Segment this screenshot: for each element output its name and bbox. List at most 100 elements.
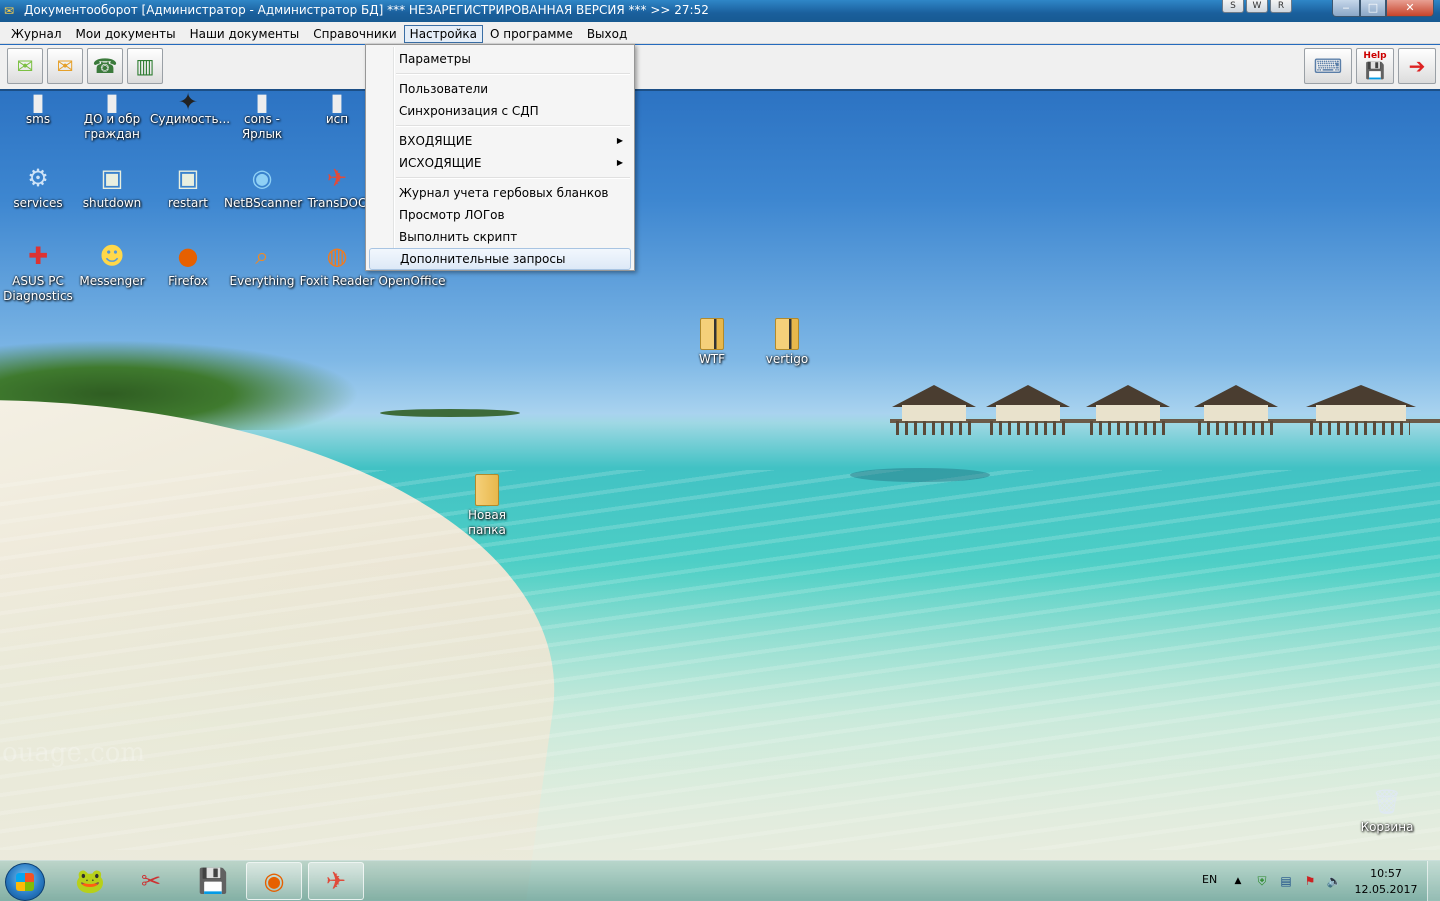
incoming-button[interactable]: ✉ bbox=[7, 48, 43, 84]
chart-icon: ▥ bbox=[135, 54, 155, 78]
taskbar-app-frog[interactable]: 🐸 bbox=[62, 862, 118, 900]
reports-button[interactable]: ▥ bbox=[127, 48, 163, 84]
shutdown-icon: ▣ bbox=[100, 164, 124, 192]
clock-date: 12.05.2017 bbox=[1354, 883, 1418, 896]
desktop-background: ouage.com bbox=[0, 0, 1440, 900]
gear-icon: ⚙ bbox=[27, 164, 49, 192]
shield-icon[interactable]: ⛨ bbox=[1254, 873, 1270, 889]
menu-item-incoming[interactable]: ВХОДЯЩИЕ ▶ bbox=[369, 130, 631, 152]
desktop-icon-label: Messenger bbox=[79, 274, 145, 288]
network-icon: ⌨ bbox=[1313, 54, 1343, 78]
desktop-icon-label: TransDOC bbox=[307, 196, 367, 210]
desktop-icon-sudimost[interactable]: ✦ Судимость... bbox=[150, 90, 230, 127]
language-indicator[interactable]: EN bbox=[1202, 873, 1217, 886]
menu-about[interactable]: О программе bbox=[483, 25, 580, 43]
scanner-icon: ◉ bbox=[251, 164, 273, 192]
flag-icon[interactable]: ⚑ bbox=[1302, 873, 1318, 889]
desktop-icon-label: services bbox=[13, 196, 63, 210]
desktop-icon-do[interactable]: ▮ ДО и обр граждан bbox=[74, 90, 150, 142]
menu-item-outgoing[interactable]: ИСХОДЯЩИЕ ▶ bbox=[369, 152, 631, 174]
menu-item-label: Просмотр ЛОГов bbox=[399, 208, 505, 222]
shortcut-icon: ▮ bbox=[255, 88, 269, 116]
desktop-folder-new[interactable]: Новая папка bbox=[449, 474, 525, 538]
desktop-icon-foxit[interactable]: ◍ Foxit Reader bbox=[299, 240, 375, 289]
reef-shadow bbox=[850, 468, 990, 482]
desktop-icon-isp[interactable]: ▮ исп bbox=[299, 90, 375, 127]
firefox-icon: ● bbox=[177, 242, 199, 270]
desktop-icon-transdoc[interactable]: ✈ TransDOC bbox=[299, 162, 375, 211]
desktop-icon-sms[interactable]: ▮ sms bbox=[0, 90, 76, 127]
taskbar-app-firefox[interactable]: ◉ bbox=[246, 862, 302, 900]
scissors-app-icon: ✂ bbox=[140, 867, 162, 895]
menu-settings[interactable]: Настройка bbox=[403, 25, 483, 43]
desktop-folder-vertigo[interactable]: vertigo bbox=[749, 318, 825, 367]
menu-item-parameters[interactable]: Параметры bbox=[369, 48, 631, 70]
menu-item-label: Пользователи bbox=[399, 82, 489, 96]
desktop-icon-cons[interactable]: ▮ cons - Ярлык bbox=[224, 88, 300, 142]
desktop-icon-label: Корзина bbox=[1360, 820, 1414, 834]
desktop-icon-asus[interactable]: ✚ ASUS PC Diagnostics bbox=[0, 240, 76, 304]
menu-journal[interactable]: Журнал bbox=[4, 25, 69, 43]
title-bar[interactable]: ✉ Документооборот [Администратор - Админ… bbox=[0, 0, 1440, 22]
desktop-icon-restart[interactable]: ▣ restart bbox=[150, 162, 226, 211]
menu-item-run-script[interactable]: Выполнить скрипт bbox=[369, 226, 631, 248]
desktop-icon-label: sms bbox=[25, 112, 51, 126]
desktop-icon-label: vertigo bbox=[765, 352, 809, 366]
water-villa bbox=[1194, 385, 1278, 435]
menu-item-users[interactable]: Пользователи bbox=[369, 78, 631, 100]
messenger-icon: ☻ bbox=[99, 242, 125, 270]
menu-my-documents[interactable]: Мои документы bbox=[69, 25, 183, 43]
floppy-app-icon: 💾 bbox=[198, 867, 228, 895]
desktop-icon-everything[interactable]: ⌕ Everything bbox=[224, 240, 300, 289]
menu-item-label: Синхронизация с СДП bbox=[399, 104, 539, 118]
desktop-folder-wtf[interactable]: WTF bbox=[674, 318, 750, 367]
system-clock[interactable]: 10:57 12.05.2017 bbox=[1352, 866, 1420, 898]
menu-our-documents[interactable]: Наши документы bbox=[183, 25, 307, 43]
extra-window-buttons: S W R bbox=[1222, 0, 1294, 13]
phone-doc-button[interactable]: ☎ bbox=[87, 48, 123, 84]
exit-button[interactable]: ➔ bbox=[1398, 48, 1436, 84]
windows-logo-icon bbox=[16, 873, 34, 891]
up-arrow-icon[interactable]: ▲ bbox=[1230, 873, 1246, 889]
network-button[interactable]: ⌨ bbox=[1304, 48, 1352, 84]
folder-icon bbox=[700, 318, 724, 350]
window-controls: ‒ □ ✕ bbox=[1332, 0, 1434, 17]
taskbar-app-transdoc[interactable]: ✈ bbox=[308, 862, 364, 900]
r-button[interactable]: R bbox=[1270, 0, 1292, 13]
menu-item-label: Журнал учета гербовых бланков bbox=[399, 186, 609, 200]
close-button[interactable]: ✕ bbox=[1386, 0, 1434, 17]
desktop-icon-services[interactable]: ⚙ services bbox=[0, 162, 76, 211]
taskbar-app-floppy[interactable]: 💾 bbox=[185, 862, 241, 900]
minimize-button[interactable]: ‒ bbox=[1332, 0, 1360, 17]
outgoing-button[interactable]: ✉ bbox=[47, 48, 83, 84]
menu-item-label: Параметры bbox=[399, 52, 471, 66]
volume-icon[interactable]: 🔈 bbox=[1326, 873, 1342, 889]
w-button[interactable]: W bbox=[1246, 0, 1268, 13]
menu-item-view-logs[interactable]: Просмотр ЛОГов bbox=[369, 204, 631, 226]
desktop-icon-firefox[interactable]: ● Firefox bbox=[150, 240, 226, 289]
help-button[interactable]: Help 💾 bbox=[1356, 48, 1394, 84]
menu-references[interactable]: Справочники bbox=[306, 25, 403, 43]
desktop-icon-recycle-bin[interactable]: 🗑 Корзина bbox=[1349, 786, 1425, 835]
maximize-button[interactable]: □ bbox=[1360, 0, 1386, 17]
desktop-icon-shutdown[interactable]: ▣ shutdown bbox=[74, 162, 150, 211]
app-logo-icon: ✉ bbox=[4, 4, 15, 18]
start-button[interactable] bbox=[5, 863, 45, 901]
water-villa bbox=[892, 385, 976, 435]
desktop-icon-label: ASUS PC Diagnostics bbox=[3, 274, 73, 303]
desktop-icon-messenger[interactable]: ☻ Messenger bbox=[74, 240, 150, 289]
menu-separator bbox=[396, 177, 630, 179]
menu-item-stamp-forms-journal[interactable]: Журнал учета гербовых бланков bbox=[369, 182, 631, 204]
menu-bar: Журнал Мои документы Наши документы Спра… bbox=[0, 22, 1440, 44]
network-icon[interactable]: ▤ bbox=[1278, 873, 1294, 889]
taskbar-app-scissors[interactable]: ✂ bbox=[123, 862, 179, 900]
menu-exit[interactable]: Выход bbox=[580, 25, 634, 43]
s-button[interactable]: S bbox=[1222, 0, 1244, 13]
menu-item-sync-sdp[interactable]: Синхронизация с СДП bbox=[369, 100, 631, 122]
restart-icon: ▣ bbox=[176, 164, 200, 192]
show-desktop-button[interactable] bbox=[1427, 861, 1440, 901]
desktop-icon-netbscanner[interactable]: ◉ NetBScanner bbox=[224, 162, 302, 211]
distant-island bbox=[380, 409, 520, 417]
menu-item-additional-queries[interactable]: Дополнительные запросы bbox=[369, 248, 631, 270]
water-villa bbox=[1086, 385, 1170, 435]
